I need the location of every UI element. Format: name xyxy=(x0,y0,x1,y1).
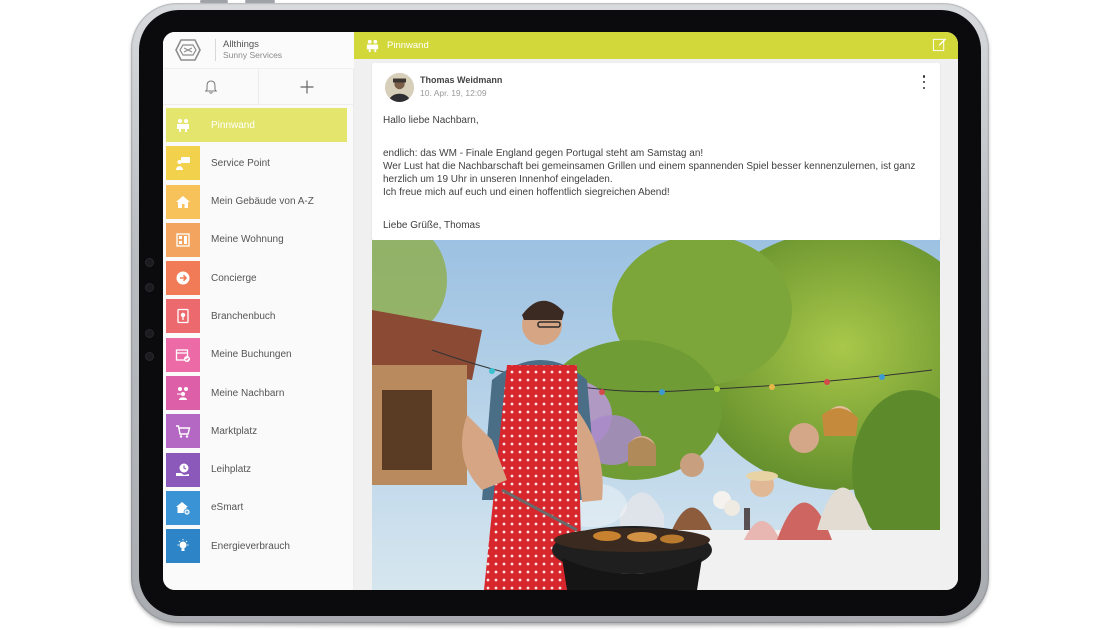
concierge-arrow-icon xyxy=(176,271,190,285)
lightbulb-icon xyxy=(177,539,189,552)
page-title: Pinnwand xyxy=(387,40,429,51)
brand-text: Allthings Sunny Services xyxy=(223,39,282,61)
notifications-button[interactable] xyxy=(163,69,259,104)
menu-label: Mein Gebäude von A-Z xyxy=(211,196,314,208)
menu-item-gebaeude[interactable]: Mein Gebäude von A-Z xyxy=(166,184,351,219)
post-signoff: Liebe Grüße, Thomas xyxy=(383,220,481,231)
menu-label: Leihplatz xyxy=(211,464,252,476)
brand-subtitle: Sunny Services xyxy=(223,50,283,60)
menu-item-esmart[interactable]: eSmart xyxy=(166,490,351,525)
post-timestamp: 10. Apr. 19, 12:09 xyxy=(420,88,487,98)
menu-tile xyxy=(166,146,200,181)
more-options-icon[interactable] xyxy=(920,75,928,89)
menu-item-marktplatz[interactable]: Marktplatz xyxy=(166,414,351,449)
menu-tile xyxy=(166,376,200,411)
post-line: Ich freue mich auf euch und einen hoffen… xyxy=(383,187,670,198)
plus-icon xyxy=(300,80,313,93)
menu-tile xyxy=(166,337,200,372)
top-bar: Pinnwand xyxy=(354,32,958,59)
menu-label: Service Point xyxy=(211,157,270,169)
quick-actions xyxy=(163,69,354,105)
post-line: Wer Lust hat die Nachbarschaft bei gemei… xyxy=(383,161,916,172)
post-line: endlich: das WM - Finale England gegen P… xyxy=(383,148,704,159)
menu-label: Meine Buchungen xyxy=(211,349,292,361)
menu-item-concierge[interactable]: Concierge xyxy=(166,261,351,296)
menu-tile xyxy=(166,108,200,142)
shopping-cart-icon xyxy=(176,425,191,439)
feed: Thomas Weidmann 10. Apr. 19, 12:09 Hallo… xyxy=(354,59,958,590)
menu-item-buchungen[interactable]: Meine Buchungen xyxy=(166,337,351,372)
power-button xyxy=(245,0,275,3)
menu-label: Meine Wohnung xyxy=(211,234,284,246)
building-icon xyxy=(176,195,190,208)
menu-tile xyxy=(166,452,200,487)
menu-tile xyxy=(166,184,200,219)
sensor-dot xyxy=(145,329,154,338)
menu-item-wohnung[interactable]: Meine Wohnung xyxy=(166,222,351,257)
menu-label: Branchenbuch xyxy=(211,310,276,322)
lend-clock-icon xyxy=(176,463,189,476)
avatar[interactable] xyxy=(385,73,414,102)
bulletin-board-icon xyxy=(177,119,189,132)
allthings-logo-icon xyxy=(175,39,201,61)
calendar-check-icon xyxy=(175,349,190,362)
edit-icon[interactable] xyxy=(932,37,947,52)
menu-tile xyxy=(166,261,200,296)
brand-divider xyxy=(215,39,216,61)
brand-header[interactable]: Allthings Sunny Services xyxy=(163,32,354,69)
volume-button xyxy=(200,0,228,3)
post-card: Thomas Weidmann 10. Apr. 19, 12:09 Hallo… xyxy=(372,63,940,240)
menu-item-nachbarn[interactable]: Meine Nachbarn xyxy=(166,376,351,411)
menu-item-leihplatz[interactable]: Leihplatz xyxy=(166,452,351,487)
sidebar: Allthings Sunny Services Pinnwand Servic… xyxy=(163,32,354,590)
post-photo[interactable] xyxy=(372,240,940,590)
smart-home-icon xyxy=(176,501,191,516)
brand-name: Allthings xyxy=(223,39,259,50)
sensor-dot xyxy=(145,283,154,292)
post-line: herzlich um 19 Uhr in unseren Innenhof e… xyxy=(383,174,613,185)
menu-item-branchenbuch[interactable]: Branchenbuch xyxy=(166,299,351,334)
apartment-icon xyxy=(176,233,190,247)
menu-item-energieverbrauch[interactable]: Energieverbrauch xyxy=(166,529,351,564)
menu-tile xyxy=(166,414,200,449)
menu-tile xyxy=(166,490,200,525)
app-screen: Allthings Sunny Services Pinnwand Servic… xyxy=(163,32,958,590)
bell-icon xyxy=(204,79,217,94)
menu-tile xyxy=(166,299,200,334)
menu-label: Pinnwand xyxy=(211,119,255,131)
directory-pin-icon xyxy=(177,309,189,324)
menu-label: Energieverbrauch xyxy=(211,540,290,552)
post-body: Hallo liebe Nachbarn, endlich: das WM - … xyxy=(383,114,933,232)
menu-tile xyxy=(166,222,200,257)
menu-tile xyxy=(166,529,200,564)
menu-label: Concierge xyxy=(211,272,257,284)
menu-item-service-point[interactable]: Service Point xyxy=(166,146,351,181)
menu-label: Meine Nachbarn xyxy=(211,387,285,399)
neighbors-icon xyxy=(177,387,188,401)
sensor-dot xyxy=(145,352,154,361)
camera-dot xyxy=(145,258,154,267)
bulletin-board-icon xyxy=(366,39,379,53)
menu-label: eSmart xyxy=(211,502,244,514)
author-photo xyxy=(385,73,414,102)
add-button[interactable] xyxy=(259,69,354,104)
menu-label: Marktplatz xyxy=(211,425,258,437)
post-author[interactable]: Thomas Weidmann xyxy=(420,75,502,85)
menu-item-pinnwand[interactable]: Pinnwand xyxy=(166,108,347,142)
service-point-icon xyxy=(176,157,190,171)
main-menu: Pinnwand Service Point Mein Gebäude von … xyxy=(166,108,351,568)
post-greeting: Hallo liebe Nachbarn, xyxy=(383,115,479,126)
